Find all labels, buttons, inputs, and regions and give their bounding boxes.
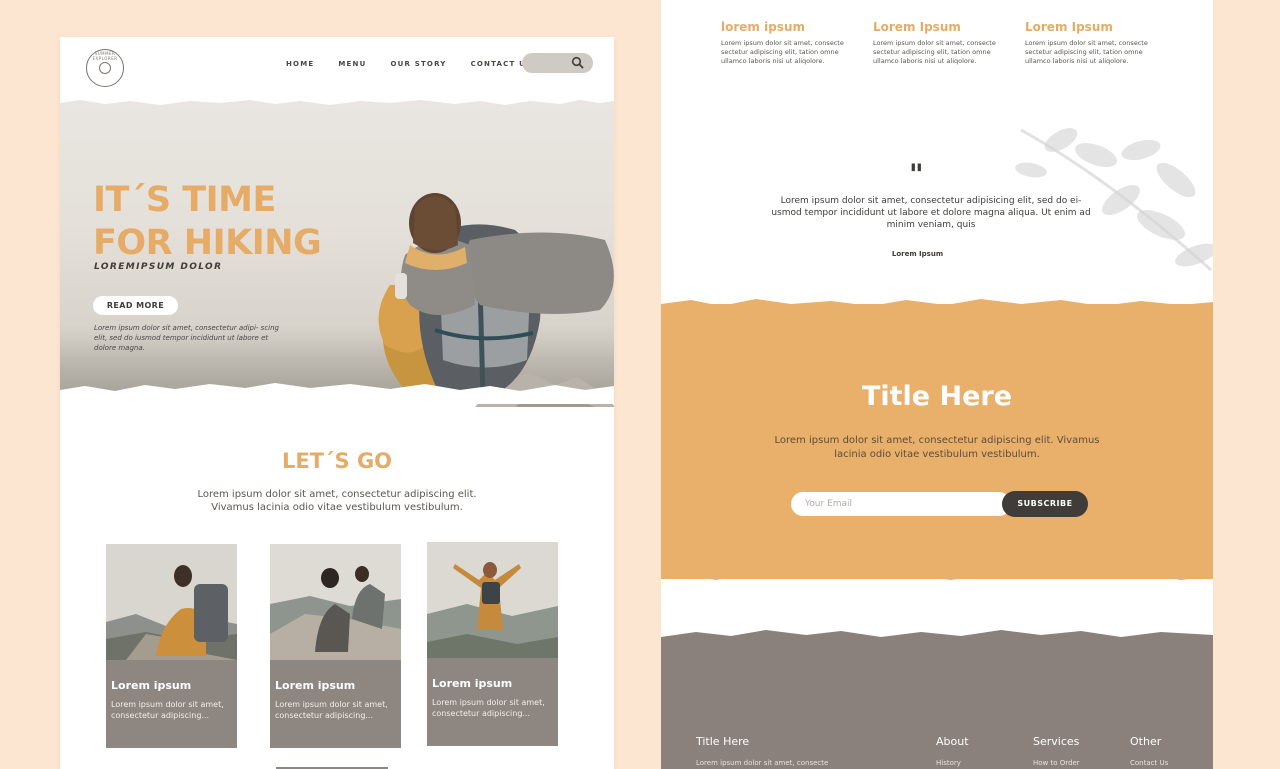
nav-menu[interactable]: MENU — [338, 60, 366, 68]
footer-title: Title Here — [696, 735, 750, 748]
landing-page-mockup-left: SUMMER EXPLORER HOME MENU OUR STORY CONT… — [60, 37, 614, 769]
torn-paper-edge-top — [661, 630, 1213, 645]
feature-column: Lorem Ipsum Lorem ipsum dolor sit amet, … — [873, 20, 1005, 66]
feature-title: Lorem Ipsum — [1025, 20, 1113, 34]
feature-text: Lorem ipsum dolor sit amet, consecte sec… — [721, 39, 844, 65]
card-text: Lorem ipsum dolor sit amet, consectetur … — [111, 700, 224, 720]
feature-title: lorem ipsum — [721, 20, 805, 34]
card-photo — [427, 542, 558, 658]
feature-text: Lorem ipsum dolor sit amet, consecte sec… — [1025, 39, 1148, 65]
section-title: LET´S GO — [281, 449, 393, 473]
card-text: Lorem ipsum dolor sit amet, consectetur … — [432, 698, 545, 718]
hero-subtitle: LOREMIPSUM DOLOR — [94, 262, 223, 272]
subscribe-button[interactable]: SUBSCRIBE — [1002, 491, 1088, 517]
trip-card[interactable]: Lorem ipsum Lorem ipsum dolor sit amet, … — [427, 542, 558, 746]
hero-title: IT´S TIME FOR HIKING — [93, 179, 333, 265]
hero-description: Lorem ipsum dolor sit amet, consectetur … — [94, 324, 279, 352]
nav-home[interactable]: HOME — [286, 60, 314, 68]
section-description: Lorem ipsum dolor sit amet, consectetur … — [197, 489, 477, 513]
footer-col-services: Services — [1033, 735, 1080, 748]
hero-section: IT´S TIME FOR HIKING LOREMIPSUM DOLOR RE… — [60, 95, 614, 407]
card-photo — [106, 544, 237, 660]
card-text: Lorem ipsum dolor sit amet, consectetur … — [275, 700, 388, 720]
feature-title: Lorem Ipsum — [873, 20, 961, 34]
nav-our-story[interactable]: OUR STORY — [390, 60, 446, 68]
torn-paper-edge-bottom — [60, 383, 614, 404]
search-icon[interactable] — [571, 56, 584, 69]
torn-paper-edge-bottom — [661, 568, 1213, 580]
trip-card[interactable]: Lorem ipsum Lorem ipsum dolor sit amet, … — [106, 544, 237, 748]
top-navbar: SUMMER EXPLORER HOME MENU OUR STORY CONT… — [60, 37, 614, 95]
footer-col-about: About — [936, 735, 969, 748]
nav-links: HOME MENU OUR STORY CONTACT US — [286, 60, 556, 68]
feature-column: lorem ipsum Lorem ipsum dolor sit amet, … — [721, 20, 853, 66]
read-more-button[interactable]: READ MORE — [93, 296, 178, 315]
footer-link-contact-us[interactable]: Contact Us — [1130, 759, 1168, 767]
testimonial-text: Lorem ipsum dolor sit amet, consectetur … — [771, 196, 1091, 230]
newsletter-title: Title Here — [861, 381, 1013, 412]
card-photo — [270, 544, 401, 660]
hiker-photo — [378, 193, 614, 407]
trip-card[interactable]: Lorem ipsum Lorem ipsum dolor sit amet, … — [270, 544, 401, 748]
footer-link-history[interactable]: History — [936, 759, 961, 767]
torn-paper-edge-top — [661, 299, 1213, 314]
footer — [661, 638, 1213, 769]
testimonial-author: Lorem Ipsum — [891, 250, 944, 258]
torn-paper-edge-top — [60, 95, 614, 105]
brand-logo[interactable]: SUMMER EXPLORER — [86, 49, 124, 87]
landing-page-mockup-right: lorem ipsum Lorem ipsum dolor sit amet, … — [661, 0, 1213, 769]
feature-column: Lorem Ipsum Lorem ipsum dolor sit amet, … — [1025, 20, 1157, 66]
hero-title-line1: IT´S TIME — [93, 180, 276, 220]
search-input[interactable] — [522, 53, 593, 73]
hero-title-line2: FOR HIKING — [93, 223, 322, 263]
card-title: Lorem ipsum — [275, 679, 356, 692]
feature-text: Lorem ipsum dolor sit amet, consecte sec… — [873, 39, 996, 65]
logo-text: SUMMER EXPLORER — [92, 51, 118, 61]
card-title: Lorem ipsum — [111, 679, 192, 692]
card-title: Lorem ipsum — [432, 677, 513, 690]
quote-icon: " — [909, 158, 924, 191]
email-field[interactable]: Your Email — [791, 492, 1011, 516]
logo-emblem-icon — [99, 62, 111, 74]
footer-title-text: Lorem ipsum dolor sit amet, consecte — [696, 759, 829, 767]
footer-col-other: Other — [1130, 735, 1162, 748]
footer-link-how-to-order[interactable]: How to Order — [1033, 759, 1080, 767]
newsletter-description: Lorem ipsum dolor sit amet, consectetur … — [774, 435, 1100, 460]
